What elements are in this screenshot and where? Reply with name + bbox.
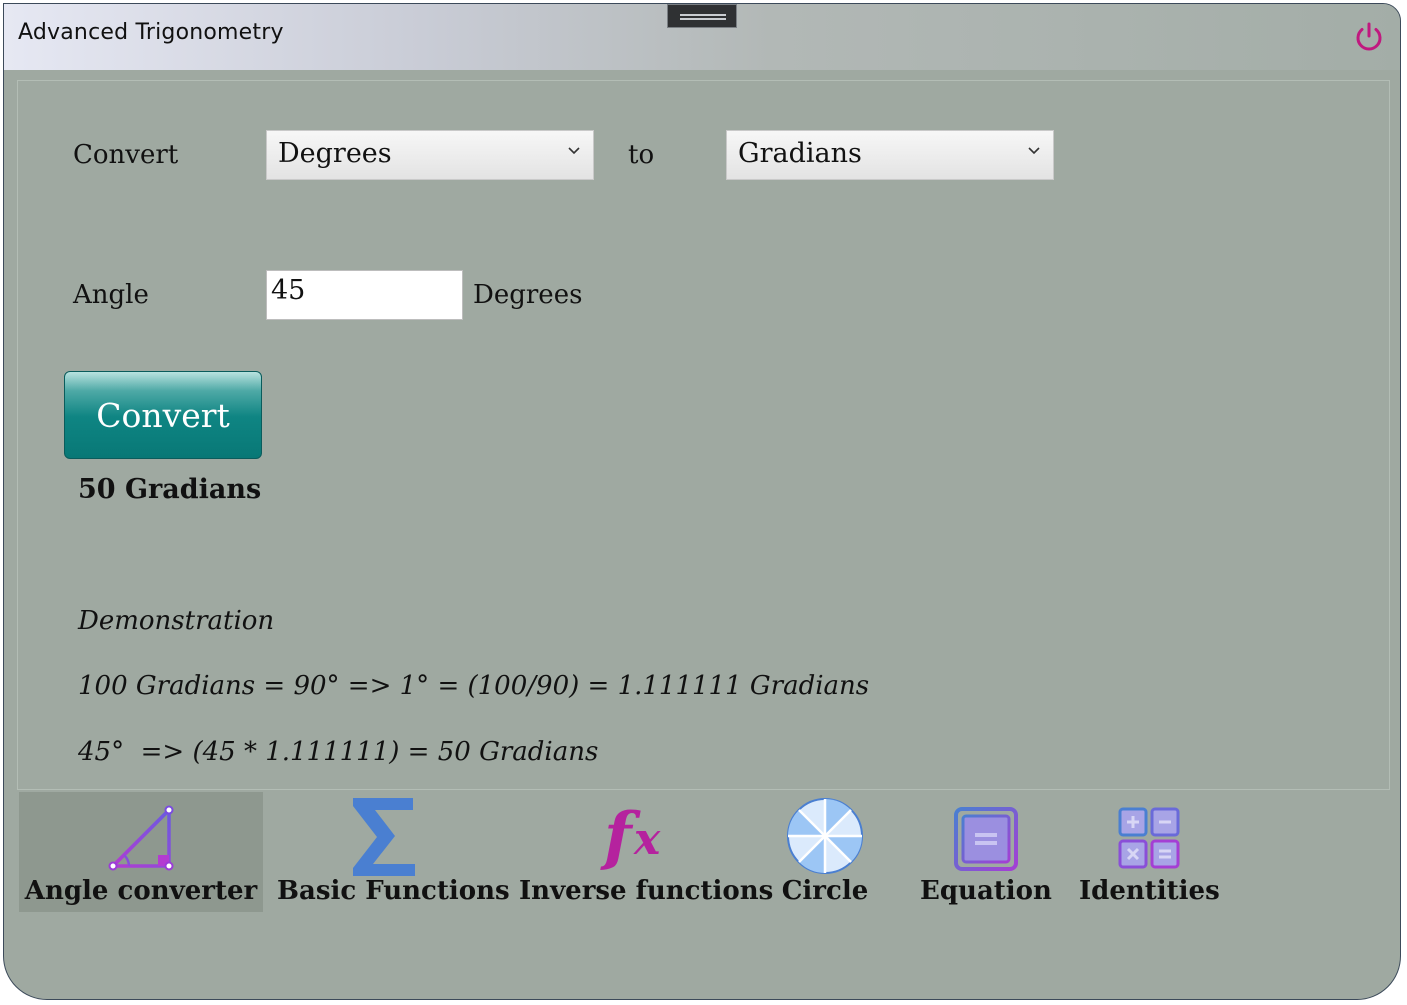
bottom-nav: Angle converter Basic Functions f x Inve… [19,792,1389,914]
chevron-down-icon [568,147,580,155]
nav-equation[interactable]: Equation [919,792,1053,912]
to-unit-value: Gradians [738,138,862,169]
converter-panel: Convert Degrees to Gradians Angle Degree… [17,80,1390,790]
demonstration-line-2: 45° => (45 * 1.111111) = 50 Gradians [78,737,599,767]
to-unit-select[interactable]: Gradians [726,130,1054,180]
nav-identities[interactable]: Identities [1079,792,1220,912]
nav-label-inverse-functions: Inverse functions [519,876,774,906]
app-window: Advanced Trigonometry Convert Degrees to… [3,3,1401,1000]
triangle-icon [108,805,174,871]
nav-inverse-functions[interactable]: f x Inverse functions [519,792,774,912]
convert-button[interactable]: Convert [64,371,262,459]
nav-label-equation: Equation [920,876,1052,906]
conversion-result: 50 Gradians [78,474,262,505]
from-unit-select[interactable]: Degrees [266,130,594,180]
convert-label: Convert [73,140,179,170]
power-icon[interactable] [1352,20,1386,54]
nav-label-circle: Circle [781,876,869,906]
demonstration-line-1: 100 Gradians = 90° => 1° = (100/90) = 1.… [78,671,870,701]
fx-icon: f x [600,799,661,872]
chevron-down-icon [1028,147,1040,155]
circle-icon [787,798,863,874]
angle-unit-label: Degrees [473,280,583,310]
nav-label-angle-converter: Angle converter [24,876,258,906]
svg-text:x: x [633,814,661,865]
from-unit-value: Degrees [278,138,392,169]
nav-label-identities: Identities [1079,876,1220,906]
title-bar: Advanced Trigonometry [4,4,1400,70]
to-label: to [628,140,655,170]
nav-circle[interactable]: Circle [781,792,869,912]
calculator-icon [1118,807,1180,869]
nav-angle-converter[interactable]: Angle converter [19,792,263,912]
app-title: Advanced Trigonometry [18,20,284,45]
nav-basic-functions[interactable]: Basic Functions [277,792,510,912]
angle-input[interactable] [266,270,463,320]
sigma-icon [353,798,415,876]
nav-label-basic-functions: Basic Functions [277,876,510,906]
drag-handle[interactable] [667,4,737,28]
equation-icon [954,807,1018,871]
demonstration-heading: Demonstration [78,606,275,636]
angle-label: Angle [73,280,149,310]
